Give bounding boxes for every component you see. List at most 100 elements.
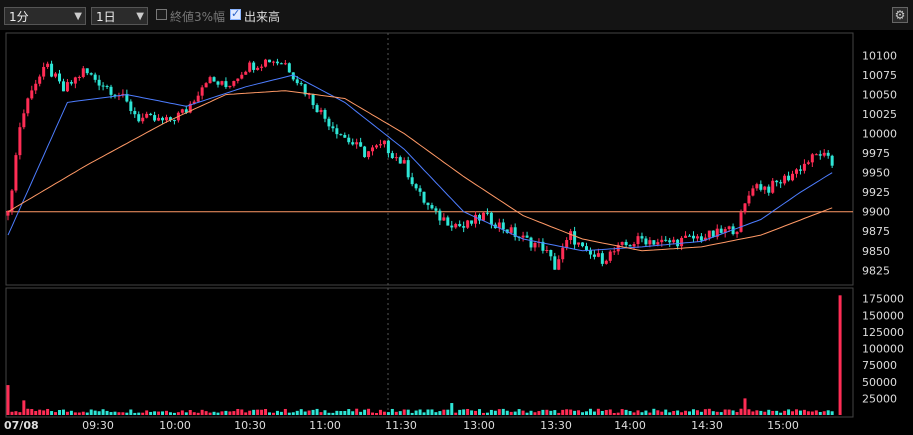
- volume-bar: [779, 412, 783, 415]
- candle-body: [390, 153, 394, 158]
- candle-body: [739, 212, 743, 232]
- candle-body: [612, 251, 616, 253]
- candle-body: [573, 231, 577, 245]
- x-tick-label: 13:00: [463, 419, 495, 432]
- volume-bar: [755, 410, 759, 415]
- candle-body: [69, 82, 73, 84]
- volume-bar: [355, 408, 359, 415]
- candle-body: [604, 260, 608, 264]
- volume-bar: [826, 410, 830, 415]
- volume-bar: [414, 410, 418, 415]
- volume-bar: [747, 409, 751, 415]
- volume-bar: [684, 410, 688, 415]
- ma-short-line: [7, 74, 833, 252]
- volume-bar: [458, 409, 462, 415]
- candle-body: [462, 226, 466, 228]
- candle-body: [656, 242, 660, 245]
- candle-body: [109, 86, 113, 95]
- candle-body: [422, 191, 426, 203]
- volume-bar: [584, 411, 588, 415]
- volume-bar: [561, 409, 565, 415]
- candle-body: [204, 83, 208, 88]
- price-tick-label: 9925: [862, 186, 890, 199]
- candle-body: [232, 81, 236, 86]
- candle-body: [212, 77, 216, 82]
- price-tick-label: 10100: [862, 50, 897, 63]
- volume-bar: [616, 412, 620, 415]
- candle-body: [129, 101, 133, 111]
- volume-panel-frame: [5, 287, 854, 418]
- volume-bar: [814, 410, 818, 415]
- candle-body: [719, 228, 723, 233]
- candle-body: [553, 256, 557, 270]
- volume-bar: [359, 411, 363, 415]
- candle-body: [58, 73, 62, 82]
- candle-body: [442, 217, 446, 221]
- volume-bar: [161, 411, 165, 415]
- candle-body: [85, 68, 89, 74]
- candle-body: [430, 205, 434, 209]
- candle-body: [668, 240, 672, 243]
- price-tick-label: 9875: [862, 225, 890, 238]
- volume-bar: [573, 410, 577, 415]
- volume-bar: [402, 409, 406, 415]
- volume-bar: [462, 409, 466, 415]
- candle-body: [794, 169, 798, 174]
- candle-body: [378, 144, 382, 146]
- volume-bar: [256, 409, 260, 415]
- volume-bar: [271, 412, 275, 415]
- volume-bar: [644, 410, 648, 415]
- volume-bar: [596, 408, 600, 415]
- price-volume-chart[interactable]: 09:30 10:00 10:30 11:00 11:30 13:00 13:30 14:00…: [0, 0, 913, 435]
- volume-bar: [723, 409, 727, 415]
- volume-bar: [466, 408, 470, 415]
- candle-body: [268, 59, 272, 63]
- candle-body: [751, 188, 755, 196]
- volume-bar: [557, 412, 561, 415]
- volume-bar: [216, 412, 220, 415]
- candle-body: [747, 195, 751, 204]
- x-tick-label: 09:30: [82, 419, 114, 432]
- volume-bar: [620, 409, 624, 415]
- volume-bar: [493, 410, 497, 415]
- candle-body: [260, 66, 264, 68]
- candle-body: [196, 95, 200, 102]
- volume-bar: [798, 410, 802, 415]
- volume-tick-label: 25000: [862, 392, 897, 405]
- volume-bar: [711, 411, 715, 415]
- volume-bar: [137, 412, 141, 415]
- volume-bar: [343, 410, 347, 415]
- candle-body: [315, 105, 319, 113]
- price-tick-label: 10025: [862, 108, 897, 121]
- volume-bar: [699, 411, 703, 415]
- candle-body: [648, 240, 652, 245]
- volume-tick-label: 100000: [862, 343, 904, 356]
- candle-body: [61, 81, 65, 92]
- candle-body: [374, 145, 378, 148]
- candle-body: [434, 208, 438, 211]
- date-label: 07/08: [4, 419, 39, 432]
- candle-body: [347, 137, 351, 143]
- volume-bar: [434, 412, 438, 415]
- candle-body: [577, 242, 581, 245]
- candle-body: [688, 235, 692, 237]
- volume-bar: [168, 412, 172, 415]
- candle-body: [137, 114, 141, 122]
- volume-bar: [592, 411, 596, 415]
- volume-bar: [236, 408, 240, 415]
- candle-body: [418, 188, 422, 192]
- volume-bar: [382, 411, 386, 415]
- candle-body: [664, 239, 668, 241]
- price-tick-label: 9950: [862, 167, 890, 180]
- volume-bar: [299, 409, 303, 415]
- candle-body: [684, 235, 688, 238]
- price-panel-frame: [5, 32, 854, 286]
- volume-bar: [604, 409, 608, 415]
- volume-bar: [351, 411, 355, 415]
- candle-body: [672, 239, 676, 243]
- x-tick-label: 15:00: [767, 419, 799, 432]
- candle-body: [283, 63, 287, 65]
- volume-bar: [157, 411, 161, 415]
- volume-bar: [38, 409, 42, 415]
- volume-bar: [184, 412, 188, 415]
